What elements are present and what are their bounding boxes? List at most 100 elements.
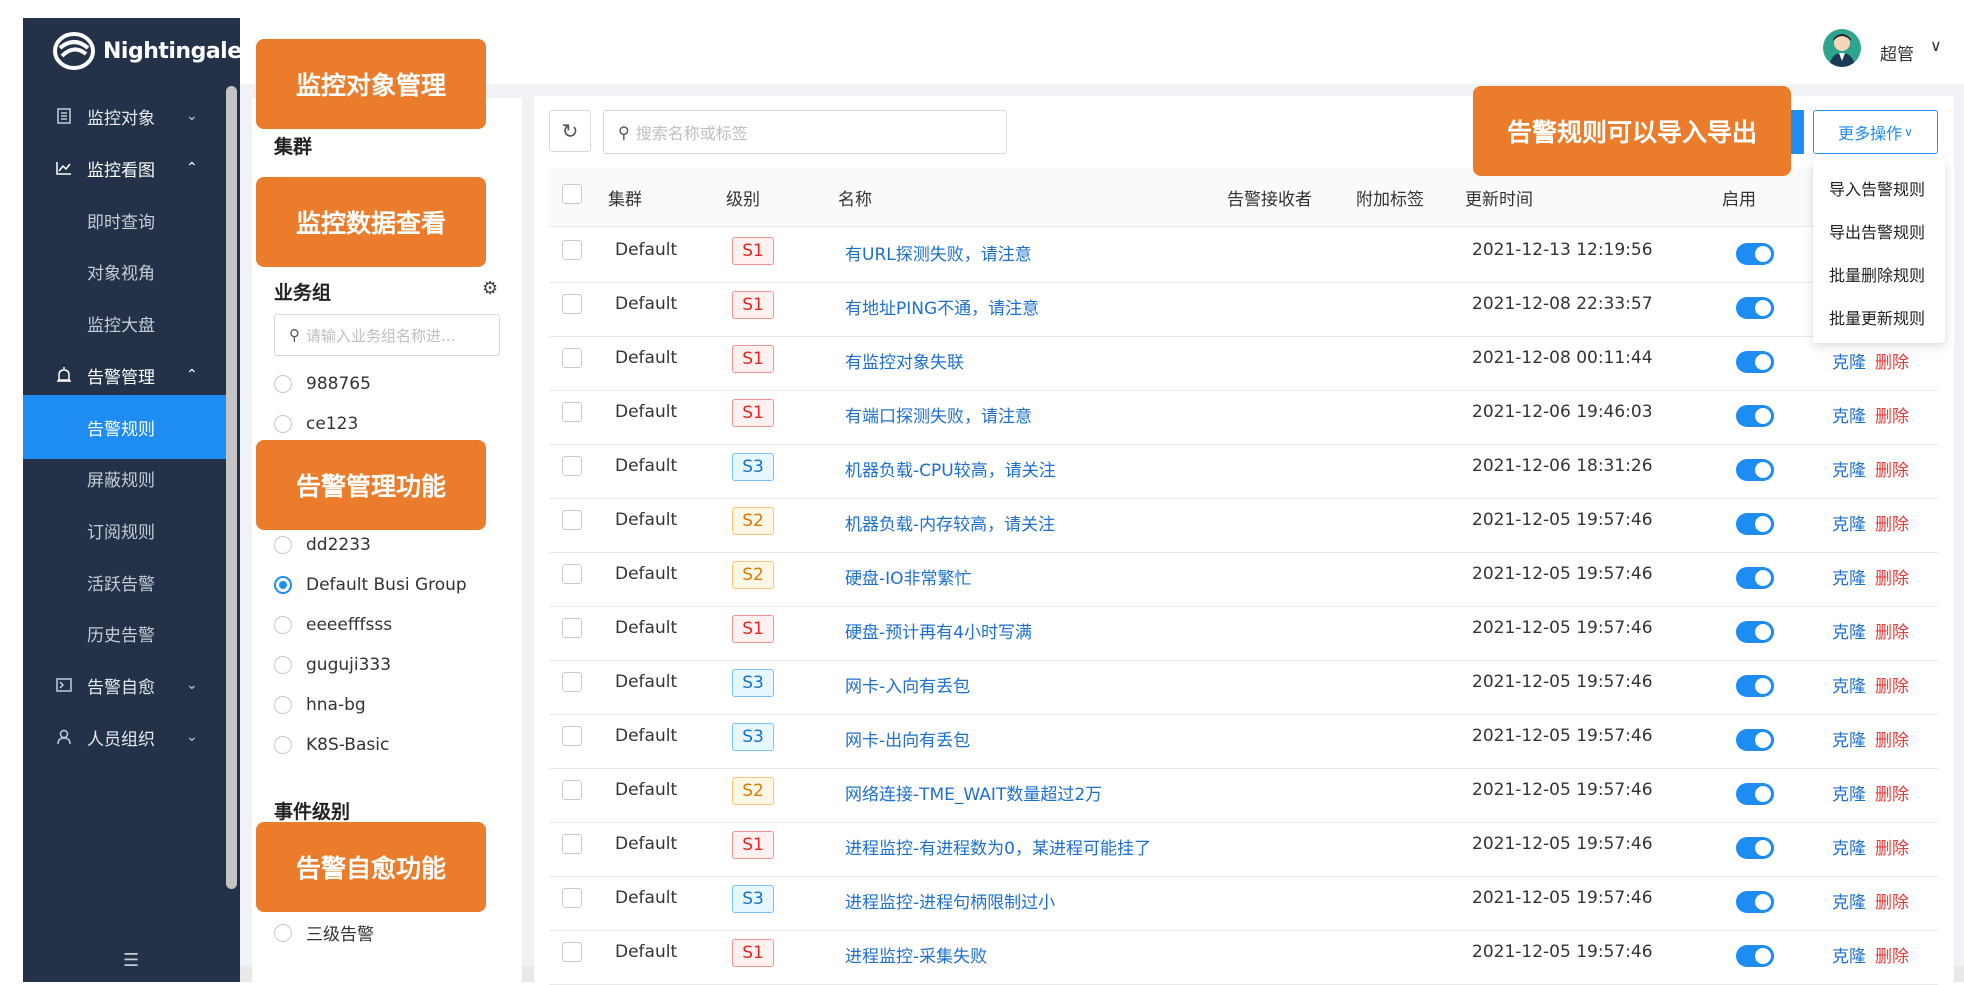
enable-toggle[interactable] [1736, 729, 1774, 751]
rule-name-link[interactable]: 进程监控-采集失败 [845, 942, 987, 967]
rule-name-link[interactable]: 有地址PING不通，请注意 [845, 294, 1039, 319]
clone-link[interactable]: 克隆 [1832, 618, 1866, 643]
rule-name-link[interactable]: 网络连接-TME_WAIT数量超过2万 [845, 780, 1102, 805]
delete-link[interactable]: 删除 [1875, 888, 1909, 913]
clone-link[interactable]: 克隆 [1832, 942, 1866, 967]
enable-toggle[interactable] [1736, 567, 1774, 589]
clone-link[interactable]: 克隆 [1832, 456, 1866, 481]
enable-toggle[interactable] [1736, 513, 1774, 535]
radio-button[interactable] [274, 616, 292, 634]
radio-button[interactable] [274, 536, 292, 554]
refresh-button[interactable]: ↻ [549, 110, 591, 152]
busi-group-option[interactable]: 988765 [274, 374, 371, 394]
delete-link[interactable]: 删除 [1875, 456, 1909, 481]
enable-toggle[interactable] [1736, 351, 1774, 373]
row-checkbox[interactable] [562, 510, 582, 530]
rule-name-link[interactable]: 机器负载-内存较高，请关注 [845, 510, 1055, 535]
dropdown-item-batch-update[interactable]: 批量更新规则 [1829, 305, 1925, 329]
column-header-cluster[interactable]: 集群 [608, 185, 642, 210]
row-checkbox[interactable] [562, 834, 582, 854]
dropdown-item-export[interactable]: 导出告警规则 [1829, 219, 1925, 243]
clone-link[interactable]: 克隆 [1832, 564, 1866, 589]
dropdown-item-batch-delete[interactable]: 批量删除规则 [1829, 262, 1925, 286]
chevron-down-icon[interactable]: ∨ [1930, 36, 1942, 55]
delete-link[interactable]: 删除 [1875, 618, 1909, 643]
row-checkbox[interactable] [562, 672, 582, 692]
enable-toggle[interactable] [1736, 837, 1774, 859]
rule-name-link[interactable]: 网卡-出向有丢包 [845, 726, 970, 751]
clone-link[interactable]: 克隆 [1832, 348, 1866, 373]
radio-button[interactable] [274, 736, 292, 754]
row-checkbox[interactable] [562, 618, 582, 638]
row-checkbox[interactable] [562, 888, 582, 908]
row-checkbox[interactable] [562, 402, 582, 422]
radio-button[interactable] [274, 375, 292, 393]
column-header-receivers[interactable]: 告警接收者 [1227, 185, 1312, 210]
enable-toggle[interactable] [1736, 297, 1774, 319]
enable-toggle[interactable] [1736, 783, 1774, 805]
rule-search-input[interactable]: ⚲ 搜索名称或标签 [603, 110, 1007, 154]
row-checkbox[interactable] [562, 240, 582, 260]
row-checkbox[interactable] [562, 726, 582, 746]
logo[interactable]: Nightingale [53, 32, 242, 70]
row-checkbox[interactable] [562, 564, 582, 584]
rule-name-link[interactable]: 进程监控-有进程数为0，某进程可能挂了 [845, 834, 1151, 859]
clone-link[interactable]: 克隆 [1832, 888, 1866, 913]
column-header-tags[interactable]: 附加标签 [1356, 185, 1424, 210]
delete-link[interactable]: 删除 [1875, 672, 1909, 697]
radio-button[interactable] [274, 656, 292, 674]
enable-toggle[interactable] [1736, 621, 1774, 643]
rule-name-link[interactable]: 硬盘-预计再有4小时写满 [845, 618, 1032, 643]
enable-toggle[interactable] [1736, 405, 1774, 427]
row-checkbox[interactable] [562, 942, 582, 962]
column-header-name[interactable]: 名称 [838, 185, 872, 210]
settings-gear-icon[interactable]: ⚙ [482, 278, 498, 299]
busi-group-option[interactable]: eeeefffsss [274, 615, 392, 635]
column-header-level[interactable]: 级别 [726, 185, 760, 210]
clone-link[interactable]: 克隆 [1832, 402, 1866, 427]
menu-collapse-icon[interactable]: ☰ [123, 950, 139, 971]
busi-group-option[interactable]: dd2233 [274, 535, 371, 555]
clone-link[interactable]: 克隆 [1832, 510, 1866, 535]
busi-group-option[interactable]: ce123 [274, 414, 358, 434]
delete-link[interactable]: 删除 [1875, 510, 1909, 535]
sidebar-scrollbar[interactable] [226, 86, 237, 889]
severity-option[interactable]: 三级告警 [274, 920, 374, 945]
busi-group-search-input[interactable]: ⚲ 请输入业务组名称进... [274, 314, 500, 356]
delete-link[interactable]: 删除 [1875, 780, 1909, 805]
busi-group-option[interactable]: K8S-Basic [274, 735, 389, 755]
enable-toggle[interactable] [1736, 459, 1774, 481]
avatar[interactable] [1823, 29, 1861, 67]
radio-button[interactable] [274, 696, 292, 714]
row-checkbox[interactable] [562, 294, 582, 314]
enable-toggle[interactable] [1736, 945, 1774, 967]
sidebar-item-people-org[interactable]: 人员组织 ⌄ [23, 705, 227, 769]
delete-link[interactable]: 删除 [1875, 726, 1909, 751]
delete-link[interactable]: 删除 [1875, 564, 1909, 589]
clone-link[interactable]: 克隆 [1832, 834, 1866, 859]
delete-link[interactable]: 删除 [1875, 834, 1909, 859]
rule-name-link[interactable]: 有端口探测失败，请注意 [845, 402, 1032, 427]
rule-name-link[interactable]: 硬盘-IO非常繁忙 [845, 564, 972, 589]
delete-link[interactable]: 删除 [1875, 348, 1909, 373]
column-header-enabled[interactable]: 启用 [1722, 185, 1756, 210]
radio-button[interactable] [274, 923, 292, 942]
rule-name-link[interactable]: 进程监控-进程句柄限制过小 [845, 888, 1055, 913]
row-checkbox[interactable] [562, 456, 582, 476]
busi-group-option[interactable]: guguji333 [274, 655, 391, 675]
busi-group-option[interactable]: hna-bg [274, 695, 366, 715]
rule-name-link[interactable]: 机器负载-CPU较高，请关注 [845, 456, 1056, 481]
radio-button[interactable] [274, 415, 292, 433]
username[interactable]: 超管 [1880, 40, 1914, 65]
delete-link[interactable]: 删除 [1875, 402, 1909, 427]
radio-button-selected[interactable] [274, 576, 292, 594]
enable-toggle[interactable] [1736, 243, 1774, 265]
rule-name-link[interactable]: 有监控对象失联 [845, 348, 964, 373]
rule-name-link[interactable]: 网卡-入向有丢包 [845, 672, 970, 697]
busi-group-option[interactable]: Default Busi Group [274, 575, 467, 595]
select-all-checkbox[interactable] [562, 184, 582, 204]
delete-link[interactable]: 删除 [1875, 942, 1909, 967]
clone-link[interactable]: 克隆 [1832, 672, 1866, 697]
more-actions-button[interactable]: 更多操作 ∨ [1813, 110, 1938, 154]
enable-toggle[interactable] [1736, 675, 1774, 697]
